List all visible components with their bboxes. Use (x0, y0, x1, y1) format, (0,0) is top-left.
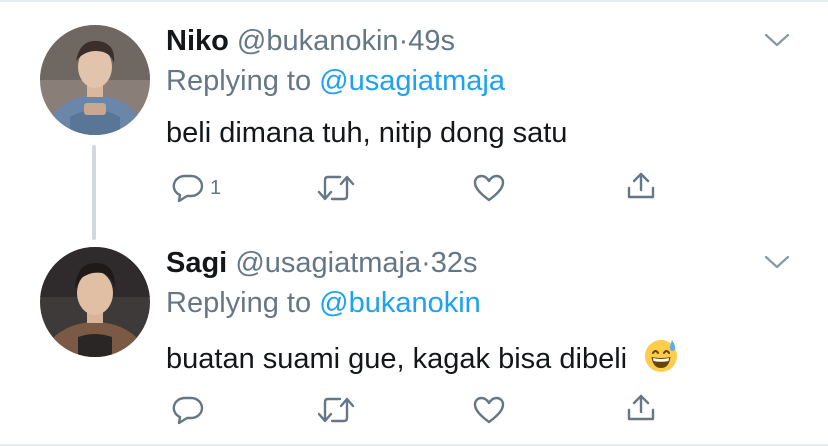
retweet-button[interactable] (316, 172, 356, 204)
replying-to-prefix: Replying to (166, 287, 312, 319)
share-icon (627, 172, 655, 199)
reply-button[interactable] (172, 395, 204, 425)
timestamp[interactable]: 32s (431, 247, 478, 279)
tweet-text: buatan suami gue, kagak bisa dibeli (166, 343, 628, 375)
share-button[interactable] (625, 170, 657, 202)
retweet-icon (317, 397, 355, 423)
reply-icon (172, 174, 204, 203)
mention-link[interactable]: @bukanokin (319, 287, 481, 319)
grinning-sweat-emoji (645, 340, 678, 372)
tweet-text: beli dimana tuh, nitip dong satu (166, 117, 568, 149)
like-button[interactable] (472, 173, 506, 203)
user-handle[interactable]: @bukanokin (237, 25, 399, 57)
avatar[interactable] (40, 247, 150, 357)
top-divider (0, 0, 828, 2)
replying-to-prefix: Replying to (166, 65, 312, 97)
display-name[interactable]: Niko (166, 25, 229, 57)
like-button[interactable] (472, 395, 506, 425)
avatar[interactable] (40, 25, 150, 135)
tweet-header: Niko @bukanokin·49s (166, 24, 455, 58)
dot-separator: · (421, 247, 431, 279)
reply-icon (172, 396, 204, 425)
replying-to: Replying to @usagiatmaja (166, 64, 505, 98)
reply-button[interactable]: 1 (172, 173, 221, 203)
like-icon (473, 396, 505, 424)
user-handle[interactable]: @usagiatmaja (235, 247, 421, 279)
timestamp[interactable]: 49s (408, 25, 455, 57)
tweet-text-row: buatan suami gue, kagak bisa dibeli (166, 338, 679, 376)
dot-separator: · (398, 25, 409, 57)
mention-link[interactable]: @usagiatmaja (319, 65, 505, 97)
tweet-header: Sagi @usagiatmaja·32s (166, 246, 478, 280)
reply-count: 1 (210, 176, 222, 199)
share-icon (627, 394, 655, 421)
replying-to: Replying to @bukanokin (166, 286, 481, 320)
chevron-down-icon[interactable] (764, 254, 790, 270)
retweet-icon (317, 175, 355, 201)
like-icon (473, 174, 505, 202)
share-button[interactable] (625, 392, 657, 424)
display-name[interactable]: Sagi (166, 247, 227, 279)
retweet-button[interactable] (316, 394, 356, 426)
thread-connector (92, 145, 96, 240)
chevron-down-icon[interactable] (764, 32, 790, 48)
